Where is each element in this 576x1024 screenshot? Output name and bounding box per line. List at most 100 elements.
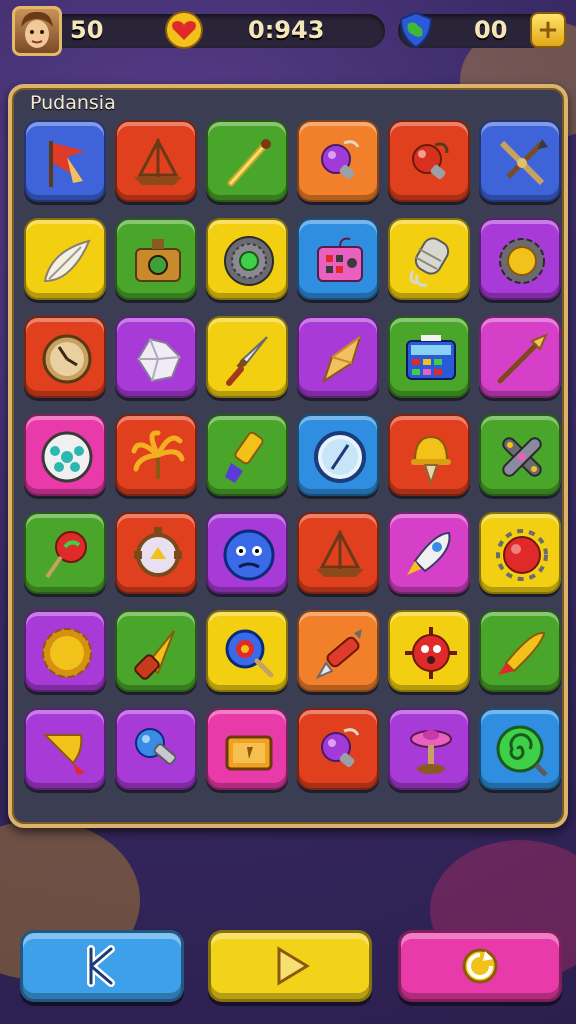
- play-icon: [277, 946, 310, 986]
- tile[interactable]: [115, 708, 197, 790]
- tile[interactable]: [388, 610, 470, 692]
- tile[interactable]: [115, 512, 197, 594]
- tile[interactable]: [297, 414, 379, 496]
- lamp-icon: [135, 728, 177, 765]
- dagger-icon: [226, 336, 268, 386]
- tile[interactable]: [206, 512, 288, 594]
- tile[interactable]: [479, 316, 561, 398]
- back-button[interactable]: [20, 930, 184, 1002]
- tile[interactable]: [24, 316, 106, 398]
- wand-icon: [227, 139, 271, 187]
- tile[interactable]: [24, 708, 106, 790]
- key-icon: [45, 531, 87, 579]
- arrows-icon: [499, 139, 548, 186]
- tile[interactable]: [297, 610, 379, 692]
- avatar[interactable]: [12, 6, 62, 56]
- tile[interactable]: [206, 414, 288, 496]
- tile[interactable]: [206, 120, 288, 202]
- tile[interactable]: [115, 218, 197, 300]
- leaf-icon: [43, 239, 91, 283]
- add-currency-button[interactable]: +: [530, 12, 566, 48]
- tile[interactable]: [24, 218, 106, 300]
- brush-icon: [225, 431, 264, 483]
- tile[interactable]: [479, 708, 561, 790]
- face-icon: [223, 529, 275, 581]
- drum-icon: [134, 630, 175, 680]
- tile[interactable]: [206, 316, 288, 398]
- mine-icon: [496, 529, 548, 581]
- tile[interactable]: [115, 316, 197, 398]
- orb-icon: [41, 431, 93, 483]
- sun-icon: [42, 628, 92, 678]
- potion-icon: [321, 140, 360, 180]
- lives-count: 50: [70, 16, 104, 44]
- flag-icon: [49, 141, 85, 187]
- tile[interactable]: [115, 610, 197, 692]
- rocket-icon: [407, 531, 451, 575]
- tile[interactable]: [479, 610, 561, 692]
- bandage-icon: [502, 437, 542, 477]
- tile[interactable]: [388, 414, 470, 496]
- tile[interactable]: [479, 120, 561, 202]
- restart-icon: [462, 948, 498, 984]
- pen-icon: [315, 629, 362, 680]
- play-button[interactable]: [208, 930, 372, 1002]
- spear-icon: [497, 333, 548, 384]
- tile[interactable]: [388, 120, 470, 202]
- magnifier-icon: [225, 629, 274, 678]
- clock-icon: [314, 431, 366, 483]
- tile[interactable]: [24, 610, 106, 692]
- tile[interactable]: [297, 708, 379, 790]
- tile[interactable]: [388, 316, 470, 398]
- tile[interactable]: [297, 316, 379, 398]
- spinner-icon: [410, 730, 452, 774]
- bomb-icon: [412, 142, 449, 180]
- camera-icon: [135, 239, 181, 282]
- board-title: Pudansia: [30, 92, 116, 114]
- rope-icon: [409, 237, 450, 287]
- timer: 0:943: [248, 16, 325, 44]
- hud: 50 0:943 00 +: [0, 0, 576, 66]
- shield-globe-icon: [399, 11, 433, 49]
- gem-ring-icon: [224, 236, 274, 286]
- crystal-icon: [136, 337, 182, 383]
- tile[interactable]: [206, 708, 288, 790]
- calculator-icon: [406, 335, 456, 380]
- gems-count: 00: [474, 16, 508, 44]
- tile[interactable]: [388, 708, 470, 790]
- tile[interactable]: [24, 512, 106, 594]
- crystal-shard-icon: [322, 334, 362, 384]
- restart-button[interactable]: [398, 930, 562, 1002]
- cone-icon: [42, 734, 85, 775]
- shield-icon: [134, 527, 182, 577]
- tile[interactable]: [479, 218, 561, 300]
- tile[interactable]: [479, 512, 561, 594]
- radio-icon: [317, 237, 363, 282]
- chest-icon: [225, 735, 273, 771]
- tile[interactable]: [24, 414, 106, 496]
- palm-icon: [131, 430, 185, 479]
- sailboat-icon: [316, 529, 364, 577]
- sailboat-icon: [134, 137, 182, 185]
- bell-icon: [411, 435, 451, 487]
- virus-icon: [405, 627, 457, 679]
- tile[interactable]: [388, 218, 470, 300]
- swirl-icon: [496, 725, 548, 777]
- heart-icon: [165, 11, 203, 49]
- tile[interactable]: [297, 512, 379, 594]
- tile[interactable]: [206, 610, 288, 692]
- tile[interactable]: [297, 120, 379, 202]
- tile[interactable]: [206, 218, 288, 300]
- game-board: Pudansia: [8, 84, 568, 828]
- potion-icon: [321, 728, 360, 768]
- tile[interactable]: [115, 414, 197, 496]
- tile[interactable]: [297, 218, 379, 300]
- tile[interactable]: [24, 120, 106, 202]
- back-icon: [87, 945, 115, 987]
- carrot-icon: [498, 631, 546, 675]
- gear-icon: [499, 238, 545, 284]
- tile[interactable]: [115, 120, 197, 202]
- tile[interactable]: [388, 512, 470, 594]
- compass-icon: [42, 334, 92, 384]
- tile[interactable]: [479, 414, 561, 496]
